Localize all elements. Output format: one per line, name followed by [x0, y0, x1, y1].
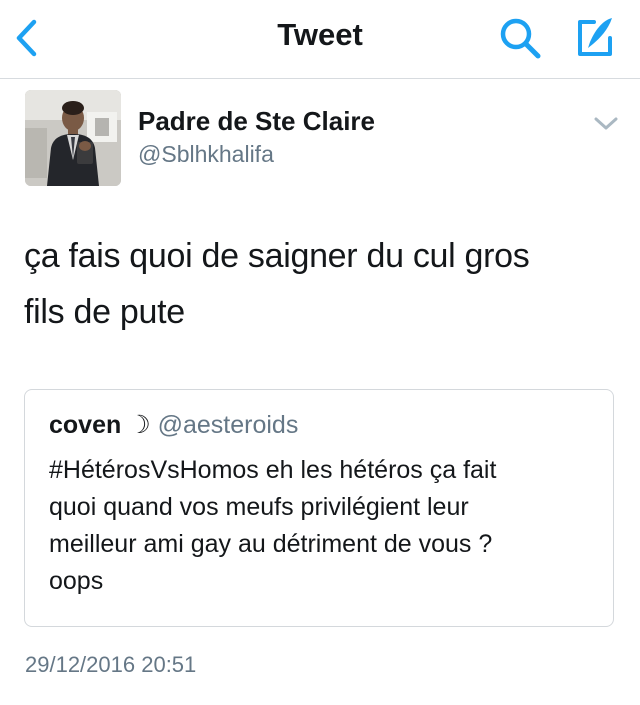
navigation-bar: Tweet	[0, 0, 640, 79]
compose-tweet-button[interactable]	[572, 14, 618, 60]
quoted-tweet-header: coven ☽ @aesteroids	[49, 410, 298, 440]
avatar[interactable]	[25, 90, 121, 186]
author-display-name[interactable]: Padre de Ste Claire	[138, 106, 375, 137]
chevron-left-icon	[16, 19, 37, 57]
author-handle: @Sblhkhalifa	[138, 141, 274, 167]
tweet-text: ça fais quoi de saigner du cul gros fils…	[24, 228, 614, 340]
quoted-author-name: coven	[49, 411, 122, 439]
avatar-photo	[25, 90, 121, 186]
search-button[interactable]	[498, 16, 544, 60]
chevron-down-icon	[594, 117, 618, 130]
page-title: Tweet	[277, 17, 363, 52]
compose-icon	[578, 18, 612, 56]
quoted-text-line: #HétérosVsHomos eh les hétéros ça fait	[49, 456, 497, 484]
moon-emoji: ☽	[128, 411, 151, 439]
quoted-text-line: meilleur ami gay au détriment de vous ?	[49, 530, 493, 558]
quoted-text-line: oops	[49, 567, 104, 595]
quoted-tweet-text: #HétérosVsHomos eh les hétéros ça fait q…	[49, 452, 594, 600]
tweet-text-line: ça fais quoi de saigner du cul gros	[24, 237, 530, 275]
tweet-text-line: fils de pute	[24, 293, 185, 331]
back-button[interactable]	[12, 18, 42, 58]
search-icon	[500, 18, 541, 59]
tweet-timestamp: 29/12/2016 20:51	[25, 652, 197, 677]
quoted-text-line: quoi quand vos meufs privilégient leur	[49, 493, 469, 521]
quoted-tweet-card[interactable]: coven ☽ @aesteroids #HétérosVsHomos eh l…	[24, 389, 614, 627]
quoted-author-handle: @aesteroids	[157, 411, 299, 439]
tweet-options-button[interactable]	[590, 112, 622, 136]
